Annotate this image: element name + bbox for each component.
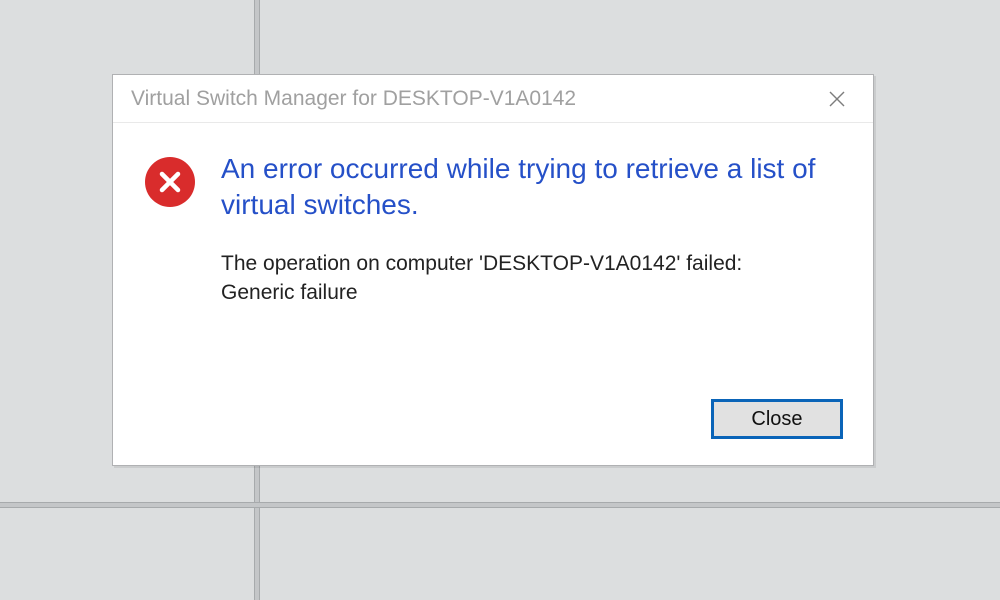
error-details: The operation on computer 'DESKTOP-V1A01… — [221, 249, 821, 309]
dialog-button-row: Close — [711, 399, 843, 439]
x-icon — [156, 168, 184, 196]
dialog-titlebar: Virtual Switch Manager for DESKTOP-V1A01… — [113, 75, 873, 123]
titlebar-close-button[interactable] — [815, 80, 859, 118]
dialog-content: An error occurred while trying to retrie… — [113, 123, 873, 328]
background-divider-horizontal — [0, 502, 1000, 508]
close-icon — [827, 89, 847, 109]
dialog-title: Virtual Switch Manager for DESKTOP-V1A01… — [131, 87, 576, 111]
error-headline: An error occurred while trying to retrie… — [221, 151, 833, 223]
close-button[interactable]: Close — [711, 399, 843, 439]
message-block: An error occurred while trying to retrie… — [221, 151, 833, 308]
error-dialog: Virtual Switch Manager for DESKTOP-V1A01… — [112, 74, 874, 466]
error-icon — [145, 157, 195, 207]
